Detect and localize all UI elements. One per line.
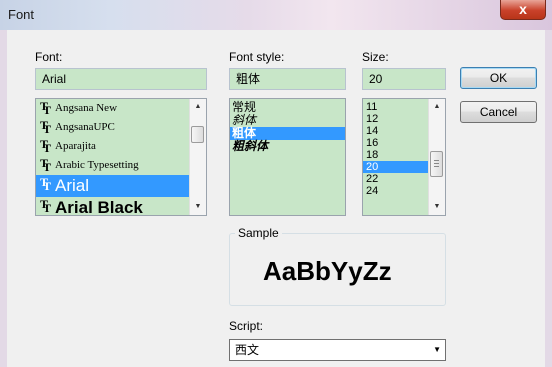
font-name: Arial: [55, 176, 90, 195]
font-style-list-items: 常规 斜体 粗体 粗斜体: [230, 99, 345, 215]
size-item[interactable]: 20: [363, 161, 428, 173]
chevron-down-icon: ▼: [433, 345, 441, 354]
font-list-item[interactable]: T T Arial: [36, 175, 189, 197]
truetype-icon: TT: [40, 137, 52, 155]
scroll-up-icon[interactable]: ▲: [429, 99, 445, 115]
title-bar[interactable]: Font x: [0, 0, 552, 30]
scroll-up-icon[interactable]: ▲: [190, 99, 206, 115]
font-name: Arabic Typesetting: [55, 159, 139, 171]
font-name: Angsana New: [55, 102, 118, 114]
size-list[interactable]: 11 12 14 16 18 20 22 24 ▲ ▼: [362, 98, 446, 216]
truetype-icon: TT: [40, 197, 52, 215]
truetype-icon: TT: [40, 156, 52, 174]
font-list-scrollbar[interactable]: ▲ ▼: [189, 99, 206, 215]
sample-label: Sample: [235, 226, 282, 240]
window-title: Font: [8, 7, 35, 22]
font-style-list[interactable]: 常规 斜体 粗体 粗斜体: [229, 98, 346, 216]
close-button[interactable]: x: [500, 0, 546, 20]
ok-button[interactable]: OK: [460, 67, 537, 89]
script-label: Script:: [229, 319, 264, 333]
size-item[interactable]: 16: [363, 137, 428, 149]
size-item[interactable]: 24: [363, 185, 428, 197]
font-name: Arial Black: [55, 198, 143, 215]
font-list-item[interactable]: T T Arabic Typesetting: [36, 156, 189, 175]
font-list[interactable]: T T Angsana New T T AngsanaUPC T T Aparajita T T Ar…: [35, 98, 207, 216]
size-item[interactable]: 11: [363, 101, 428, 113]
font-name: Aparajita: [55, 140, 96, 152]
font-name: AngsanaUPC: [55, 121, 115, 133]
font-style-item[interactable]: 粗斜体: [230, 140, 345, 153]
truetype-icon: TT: [40, 99, 52, 117]
sample-preview: AaBbYyZz: [263, 256, 392, 286]
size-label: Size:: [362, 50, 389, 64]
dialog-body: Font: Arial T T Angsana New T T AngsanaUPC T T A…: [7, 30, 545, 367]
scroll-thumb[interactable]: [191, 126, 204, 143]
window-frame-right: [545, 30, 552, 367]
script-value: 西文: [235, 343, 260, 357]
close-icon: x: [519, 1, 527, 17]
window-frame-left: [0, 30, 7, 367]
truetype-icon: TT: [40, 118, 52, 136]
font-list-item[interactable]: T T Arial Black: [36, 197, 189, 215]
scroll-down-icon[interactable]: ▼: [429, 199, 445, 215]
font-list-item[interactable]: T T Aparajita: [36, 137, 189, 156]
size-item[interactable]: 22: [363, 173, 428, 185]
size-list-scrollbar[interactable]: ▲ ▼: [428, 99, 445, 215]
font-list-item[interactable]: T T AngsanaUPC: [36, 118, 189, 137]
size-item[interactable]: 12: [363, 113, 428, 125]
scroll-thumb[interactable]: [430, 151, 443, 177]
size-list-items: 11 12 14 16 18 20 22 24: [363, 99, 428, 215]
font-style-label: Font style:: [229, 50, 285, 64]
font-name-input[interactable]: Arial: [35, 68, 207, 90]
script-select[interactable]: 西文 ▼: [229, 339, 446, 361]
font-list-item[interactable]: T T Angsana New: [36, 99, 189, 118]
size-item[interactable]: 18: [363, 149, 428, 161]
cancel-button[interactable]: Cancel: [460, 101, 537, 123]
font-label: Font:: [35, 50, 63, 64]
size-item[interactable]: 14: [363, 125, 428, 137]
size-input[interactable]: 20: [362, 68, 446, 90]
font-list-items: T T Angsana New T T AngsanaUPC T T Aparajita T T Ar…: [36, 99, 189, 215]
truetype-icon: TT: [40, 175, 52, 193]
scroll-down-icon[interactable]: ▼: [190, 199, 206, 215]
font-style-input[interactable]: 粗体: [229, 68, 346, 90]
